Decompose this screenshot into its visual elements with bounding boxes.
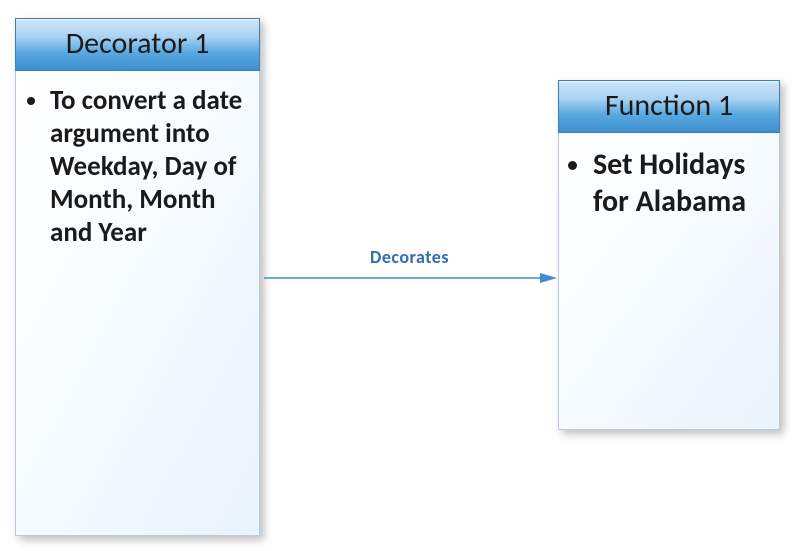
function-1-bullet: Set Holidays for Alabama <box>593 147 767 220</box>
decorator-1-card: Decorator 1 To convert a date argument i… <box>15 18 260 536</box>
decorator-1-list: To convert a date argument into Weekday,… <box>28 85 247 250</box>
decorator-1-bullet: To convert a date argument into Weekday,… <box>50 85 247 250</box>
function-1-body: Set Holidays for Alabama <box>558 133 780 430</box>
arrow-icon <box>262 250 557 290</box>
function-1-title: Function 1 <box>558 80 780 133</box>
function-1-list: Set Holidays for Alabama <box>571 147 767 220</box>
decorator-1-body: To convert a date argument into Weekday,… <box>15 71 260 536</box>
decorator-1-title: Decorator 1 <box>15 18 260 71</box>
decorates-connector: Decorates <box>262 250 557 290</box>
function-1-card: Function 1 Set Holidays for Alabama <box>558 80 780 430</box>
connector-label: Decorates <box>262 246 557 268</box>
